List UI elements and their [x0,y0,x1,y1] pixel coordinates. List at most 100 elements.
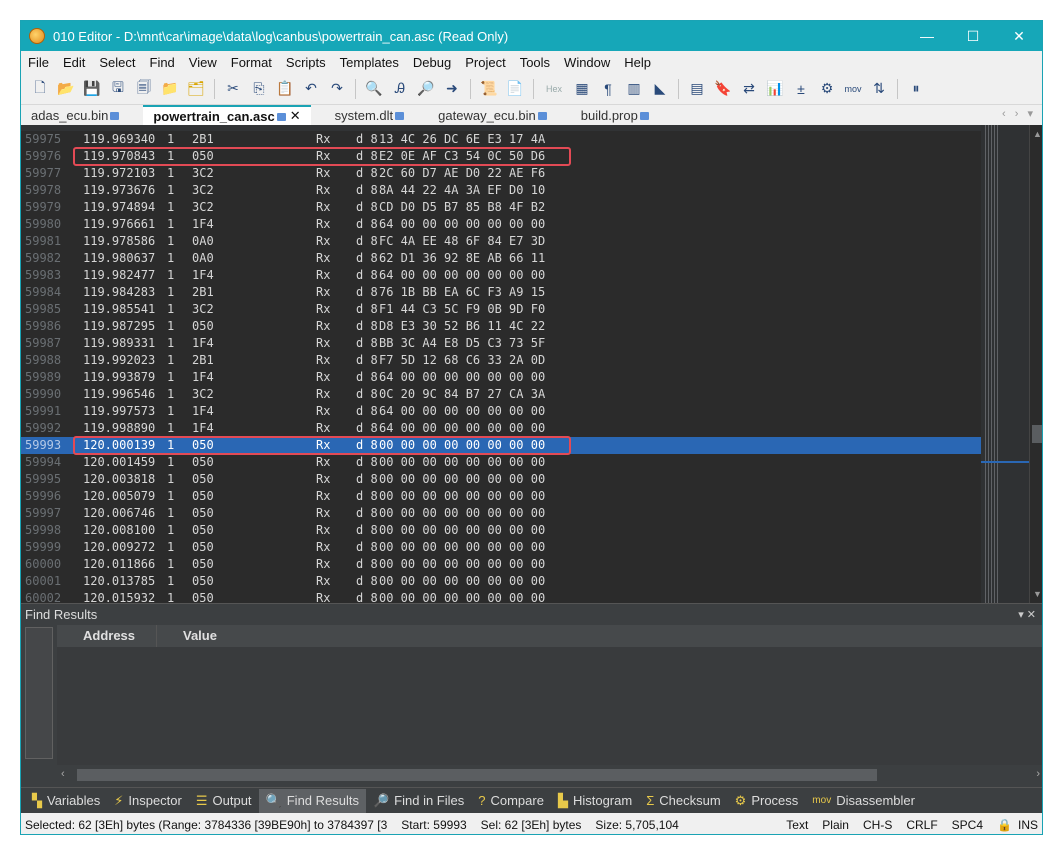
minimize-button[interactable]: — [904,21,950,51]
run-template-icon[interactable]: 📄 [504,78,526,100]
menu-format[interactable]: Format [224,55,279,70]
tab-system-dlt[interactable]: system.dlt [325,105,415,125]
columns-icon[interactable]: ▥ [623,78,645,100]
menu-scripts[interactable]: Scripts [279,55,333,70]
cut-icon[interactable]: ✂ [222,78,244,100]
find-results-table[interactable]: Address Value [57,625,1042,765]
checksum-icon[interactable]: ± [790,78,812,100]
log-line[interactable]: 59982 119.980637 1 0A0 Rx d 8 62 D1 36 92 8E A… [21,250,981,267]
compare-icon[interactable]: ⇄ [738,78,760,100]
replace-icon[interactable]: Ꭿ [389,78,411,100]
log-line[interactable]: 59988 119.992023 1 2B1 Rx d 8 F7 5D 12 68 C6 3… [21,352,981,369]
tool-tab-histogram[interactable]: ▙ Histogram [551,789,639,813]
tool-tab-checksum[interactable]: Σ Checksum [639,789,727,813]
log-line[interactable]: 60001 120.013785 1 050 Rx d 8 00 00 00 00 00 0… [21,573,981,590]
log-line[interactable]: 59989 119.993879 1 1F4 Rx d 8 64 00 00 00 00 0… [21,369,981,386]
tab-spacing[interactable]: SPC4 [952,818,983,832]
log-line[interactable]: 59983 119.982477 1 1F4 Rx d 8 64 00 00 00 00 0… [21,267,981,284]
log-line[interactable]: 59998 120.008100 1 050 Rx d 8 00 00 00 00 00 0… [21,522,981,539]
process-icon[interactable]: ⚙ [816,78,838,100]
find-in-files-icon[interactable]: 🔎 [415,78,437,100]
open-folder-icon[interactable]: 📁 [159,78,181,100]
log-line[interactable]: 59991 119.997573 1 1F4 Rx d 8 64 00 00 00 00 0… [21,403,981,420]
log-line[interactable]: 60000 120.011866 1 050 Rx d 8 00 00 00 00 00 0… [21,556,981,573]
log-line[interactable]: 59999 120.009272 1 050 Rx d 8 00 00 00 00 00 0… [21,539,981,556]
hex-mode-toggle[interactable]: Hex [541,78,567,100]
tool-tab-find-results[interactable]: 🔍 Find Results [258,788,366,813]
find-icon[interactable]: 🔍 [363,78,385,100]
copy-icon[interactable]: ⎘ [248,78,270,100]
pause-icon[interactable]: ⏸ [905,78,927,100]
log-line[interactable]: 59994 120.001459 1 050 Rx d 8 00 00 00 00 00 0… [21,454,981,471]
menu-debug[interactable]: Debug [406,55,458,70]
menu-tools[interactable]: Tools [513,55,557,70]
menu-templates[interactable]: Templates [333,55,406,70]
scroll-left-icon[interactable]: ‹ [61,768,65,780]
edit-mode[interactable]: Text [786,818,808,832]
tab-gateway-ecu-bin[interactable]: gateway_ecu.bin [428,105,557,125]
log-line[interactable]: 59977 119.972103 1 3C2 Rx d 8 2C 60 D7 AE D0 2… [21,165,981,182]
save-as-icon[interactable]: 🖫 [107,78,129,100]
tool-tab-find-in-files[interactable]: 🔎 Find in Files [366,789,471,813]
tab-close-icon[interactable]: ✕ [290,108,301,124]
tool-tab-compare[interactable]: ? Compare [471,789,551,813]
base-convert-icon[interactable]: ⇅ [868,78,890,100]
tab-scroll-arrows-icon[interactable]: ‹ › ▾ [1002,107,1036,120]
menu-help[interactable]: Help [617,55,658,70]
open-file-icon[interactable]: 📂 [55,78,77,100]
workspace-icon[interactable]: 🗂 [185,78,207,100]
menu-file[interactable]: File [21,55,56,70]
tab-build-prop[interactable]: build.prop [571,105,659,125]
bookmark-icon[interactable]: 🔖 [712,78,734,100]
horizontal-scroll-thumb[interactable] [77,769,877,781]
histogram-icon[interactable]: 📊 [764,78,786,100]
menu-find[interactable]: Find [143,55,182,70]
menu-edit[interactable]: Edit [56,55,92,70]
maximize-button[interactable]: ☐ [950,21,996,51]
log-line[interactable]: 59981 119.978586 1 0A0 Rx d 8 FC 4A EE 48 6F 8… [21,233,981,250]
lock-icon[interactable]: 🔒 [997,818,1012,832]
tool-tab-disassembler[interactable]: mov Disassembler [805,789,922,813]
log-line[interactable]: 59984 119.984283 1 2B1 Rx d 8 76 1B BB EA 6C F… [21,284,981,301]
highlight-icon[interactable]: ◣ [649,78,671,100]
log-line[interactable]: 59987 119.989331 1 1F4 Rx d 8 BB 3C A4 E8 D5 C… [21,335,981,352]
log-line[interactable]: 59979 119.974894 1 3C2 Rx d 8 CD D0 D5 B7 85 B… [21,199,981,216]
insert-mode[interactable]: INS [1018,818,1038,832]
vertical-scrollbar[interactable]: ▲ ▼ [1029,125,1042,603]
save-all-icon[interactable]: 🗐 [133,78,155,100]
log-line[interactable]: 59997 120.006746 1 050 Rx d 8 00 00 00 00 00 0… [21,505,981,522]
scroll-down-icon[interactable]: ▼ [1033,589,1042,599]
goto-icon[interactable]: ➜ [441,78,463,100]
log-line[interactable]: 59992 119.998890 1 1F4 Rx d 8 64 00 00 00 00 0… [21,420,981,437]
menu-select[interactable]: Select [92,55,142,70]
text-editor[interactable]: 59975 119.969340 1 2B1 Rx d 8 13 4C 26 DC 6E E… [21,125,1042,603]
charset[interactable]: CH-S [863,818,892,832]
save-icon[interactable]: 💾 [81,78,103,100]
new-file-icon[interactable]: 🗋 [29,78,51,100]
close-window-button[interactable]: ✕ [996,21,1042,51]
scroll-right-icon[interactable]: › [1036,768,1040,780]
undo-icon[interactable]: ↶ [300,78,322,100]
menu-project[interactable]: Project [458,55,512,70]
text-mode-icon[interactable]: ▦ [571,78,593,100]
tab-powertrain-can-asc[interactable]: powertrain_can.asc ✕ [143,105,311,125]
log-line[interactable]: 59990 119.996546 1 3C2 Rx d 8 0C 20 9C 84 B7 2… [21,386,981,403]
column-header-address[interactable]: Address [57,625,157,647]
paragraph-icon[interactable]: ¶ [597,78,619,100]
tool-tab-inspector[interactable]: ⚡ Inspector [107,789,189,813]
tool-tab-process[interactable]: ⚙ Process [728,789,806,813]
log-line[interactable]: 59996 120.005079 1 050 Rx d 8 00 00 00 00 00 0… [21,488,981,505]
disassembler-icon[interactable]: mov [842,78,864,100]
log-line[interactable]: 59975 119.969340 1 2B1 Rx d 8 13 4C 26 DC 6E E… [21,131,981,148]
panel-controls[interactable]: ▾ ✕ [1018,608,1036,621]
log-line[interactable]: 59980 119.976661 1 1F4 Rx d 8 64 00 00 00 00 0… [21,216,981,233]
menu-window[interactable]: Window [557,55,617,70]
column-header-value[interactable]: Value [157,625,1042,647]
log-line[interactable]: 59986 119.987295 1 050 Rx d 8 D8 E3 30 52 B6 1… [21,318,981,335]
scroll-up-icon[interactable]: ▲ [1033,129,1042,139]
vertical-scroll-thumb[interactable] [1032,425,1042,443]
line-ending[interactable]: CRLF [906,818,937,832]
tool-tab-output[interactable]: ☰ Output [189,789,259,813]
highlight-mode[interactable]: Plain [822,818,849,832]
menu-view[interactable]: View [182,55,224,70]
